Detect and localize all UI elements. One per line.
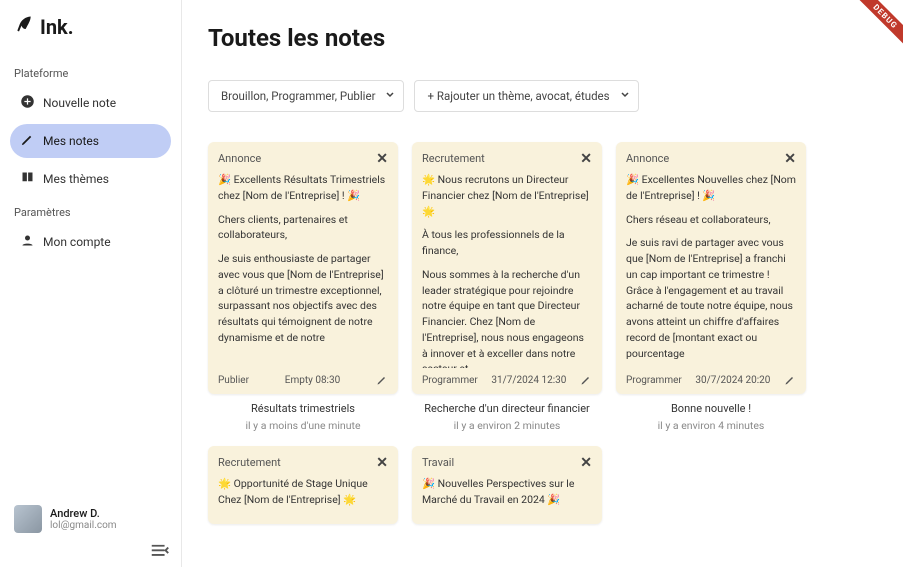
feather-icon: [14, 14, 34, 39]
nav-label: Nouvelle note: [43, 96, 116, 110]
user-email: lol@gmail.com: [50, 520, 117, 531]
page-title: Toutes les notes: [208, 24, 877, 52]
user-block[interactable]: Andrew D. lol@gmail.com: [10, 499, 171, 539]
note-tag: Annonce: [218, 152, 261, 165]
edit-icon[interactable]: [376, 374, 388, 386]
note-item: Annonce ✕ 🎉 Excellentes Nouvelles chez […: [616, 142, 806, 432]
sidebar-collapse-button[interactable]: [149, 543, 171, 559]
note-item: Travail ✕ 🎉 Nouvelles Perspectives sur l…: [412, 446, 602, 524]
note-tag: Travail: [422, 456, 454, 469]
note-meta: Empty 08:30: [285, 375, 340, 386]
theme-filter-label: + Rajouter un thème, avocat, études: [427, 89, 609, 103]
edit-icon[interactable]: [580, 374, 592, 386]
note-body: 🎉 Excellents Résultats Trimestriels chez…: [218, 172, 388, 368]
note-time: il y a environ 4 minutes: [658, 419, 765, 432]
note-meta: 31/7/2024 12:30: [491, 375, 566, 386]
note-status: Programmer: [422, 375, 478, 386]
theme-filter[interactable]: + Rajouter un thème, avocat, études: [414, 80, 638, 112]
note-item: Annonce ✕ 🎉 Excellents Résultats Trimest…: [208, 142, 398, 432]
note-caption: Bonne nouvelle !: [671, 402, 751, 415]
section-label-settings: Paramètres: [14, 206, 171, 219]
nav-my-themes[interactable]: Mes thèmes: [10, 162, 171, 196]
note-caption: Résultats trimestriels: [251, 402, 355, 415]
chevron-down-icon: [620, 89, 630, 103]
plus-circle-icon: [20, 94, 35, 112]
edit-icon[interactable]: [784, 374, 796, 386]
note-card[interactable]: Annonce ✕ 🎉 Excellents Résultats Trimest…: [208, 142, 398, 394]
note-card[interactable]: Annonce ✕ 🎉 Excellentes Nouvelles chez […: [616, 142, 806, 394]
note-card[interactable]: Recrutement ✕ 🌟 Nous recrutons un Direct…: [412, 142, 602, 394]
note-status: Publier: [218, 375, 249, 386]
status-filter-label: Brouillon, Programmer, Publier: [221, 89, 375, 103]
note-body: 🎉 Excellentes Nouvelles chez [Nom de l'E…: [626, 172, 796, 368]
status-filter[interactable]: Brouillon, Programmer, Publier: [208, 80, 404, 112]
note-body: 🎉 Nouvelles Perspectives sur le Marché d…: [422, 476, 592, 516]
note-body: 🌟 Opportunité de Stage Unique Chez [Nom …: [218, 476, 388, 516]
note-time: il y a moins d'une minute: [245, 419, 360, 432]
close-icon[interactable]: ✕: [580, 152, 592, 166]
filter-row: Brouillon, Programmer, Publier + Rajoute…: [208, 80, 877, 112]
chevron-down-icon: [385, 89, 395, 103]
nav-new-note[interactable]: Nouvelle note: [10, 86, 171, 120]
avatar: [14, 505, 42, 533]
notes-grid: Annonce ✕ 🎉 Excellents Résultats Trimest…: [208, 142, 877, 524]
close-icon[interactable]: ✕: [580, 456, 592, 470]
nav-my-account[interactable]: Mon compte: [10, 225, 171, 259]
pen-icon: [20, 132, 35, 150]
book-icon: [20, 170, 35, 188]
nav-my-notes[interactable]: Mes notes: [10, 124, 171, 158]
note-tag: Annonce: [626, 152, 669, 165]
nav-label: Mes notes: [43, 134, 99, 148]
note-tag: Recrutement: [422, 152, 485, 165]
note-card[interactable]: Travail ✕ 🎉 Nouvelles Perspectives sur l…: [412, 446, 602, 524]
app-logo: Ink.: [10, 14, 171, 39]
app-name: Ink.: [40, 15, 74, 39]
user-icon: [20, 233, 35, 251]
note-caption: Recherche d'un directeur financier: [424, 402, 590, 415]
note-meta: 30/7/2024 20:20: [695, 375, 770, 386]
note-card[interactable]: Recrutement ✕ 🌟 Opportunité de Stage Uni…: [208, 446, 398, 524]
sidebar: Ink. Plateforme Nouvelle note Mes notes …: [0, 0, 182, 567]
close-icon[interactable]: ✕: [376, 456, 388, 470]
note-item: Recrutement ✕ 🌟 Nous recrutons un Direct…: [412, 142, 602, 432]
nav-label: Mon compte: [43, 235, 111, 249]
section-label-platform: Plateforme: [14, 67, 171, 80]
close-icon[interactable]: ✕: [784, 152, 796, 166]
note-time: il y a environ 2 minutes: [454, 419, 561, 432]
nav-label: Mes thèmes: [43, 172, 109, 186]
note-status: Programmer: [626, 375, 682, 386]
note-item: Recrutement ✕ 🌟 Opportunité de Stage Uni…: [208, 446, 398, 524]
main-content: Toutes les notes Brouillon, Programmer, …: [182, 0, 903, 567]
note-tag: Recrutement: [218, 456, 281, 469]
close-icon[interactable]: ✕: [376, 152, 388, 166]
user-name: Andrew D.: [50, 507, 117, 520]
note-body: 🌟 Nous recrutons un Directeur Financier …: [422, 172, 592, 368]
